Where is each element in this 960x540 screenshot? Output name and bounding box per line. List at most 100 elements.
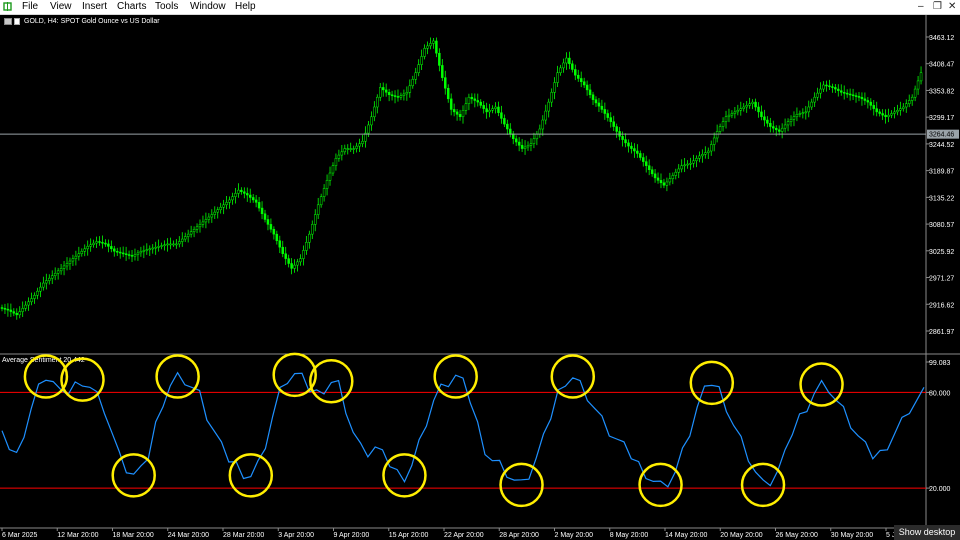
candle-body	[662, 182, 666, 186]
candle-body	[733, 111, 737, 114]
candle-body	[278, 240, 282, 248]
candle-body	[444, 77, 447, 89]
candle-body	[848, 93, 852, 96]
candle-body	[83, 248, 86, 252]
candle-body	[296, 261, 299, 266]
candle-body	[390, 94, 394, 97]
candle-body	[148, 248, 152, 251]
candle-body	[243, 191, 246, 194]
candle-body	[783, 124, 787, 129]
price-tick-label: 3408.47	[929, 62, 954, 69]
candle-body	[302, 250, 305, 259]
highlight-circle	[111, 453, 156, 498]
candle-body	[769, 123, 772, 127]
indicator-tick-label: 99.083	[929, 360, 951, 367]
candle-body	[813, 96, 816, 103]
chart-plot[interactable]: 3463.12 3408.47 3353.82 3299.17 3244.52 3189.…	[0, 15, 960, 540]
candle-body	[494, 106, 497, 109]
menu-file[interactable]: File	[20, 1, 40, 13]
candle-body	[352, 148, 355, 150]
candle-body	[325, 180, 329, 189]
candle-body	[53, 273, 57, 276]
candle-body	[467, 96, 471, 104]
candle-body	[316, 204, 320, 215]
candle-body	[854, 95, 858, 97]
candle-body	[234, 193, 237, 197]
date-tick-label: 30 May 20:00	[831, 532, 874, 539]
close-icon[interactable]: ✕	[948, 0, 956, 13]
candle-body	[319, 196, 323, 206]
candle-body	[639, 153, 642, 158]
candle-body	[237, 189, 240, 194]
candle-body	[689, 162, 692, 165]
candle-body	[186, 233, 190, 237]
candle-body	[842, 92, 846, 94]
candle-body	[225, 202, 228, 206]
price-tick-label: 3463.12	[929, 35, 954, 42]
candle-body	[544, 110, 547, 121]
date-tick-label: 8 May 20:00	[610, 532, 649, 539]
restore-icon[interactable]: ❐	[933, 0, 942, 13]
candle-body	[488, 110, 491, 113]
show-desktop-button[interactable]: Show desktop	[894, 525, 960, 540]
menu-window[interactable]: Window	[188, 1, 228, 13]
price-candles	[0, 37, 923, 320]
candle-body	[154, 246, 157, 249]
highlight-circle	[309, 359, 354, 404]
candle-body	[538, 128, 542, 135]
candle-body	[402, 93, 406, 96]
candle-body	[133, 254, 137, 257]
candle-body	[45, 280, 48, 284]
candle-body	[633, 148, 636, 152]
candle-body	[160, 245, 163, 247]
candle-body	[745, 105, 748, 108]
candle-body	[624, 139, 627, 144]
menu-view[interactable]: View	[48, 1, 74, 13]
candle-body	[609, 117, 613, 122]
candle-body	[485, 108, 488, 113]
candle-body	[621, 136, 624, 140]
candle-body	[902, 106, 905, 109]
chart-window[interactable]: GOLD, H4: SPOT Gold Ounce vs US Dollar A…	[0, 15, 960, 540]
candle-body	[313, 214, 317, 225]
candle-body	[287, 258, 290, 264]
candle-body	[742, 106, 745, 109]
date-tick-label: 9 Apr 20:00	[334, 532, 370, 539]
minimize-icon[interactable]: –	[918, 0, 924, 13]
candle-body	[299, 258, 302, 263]
menu-insert[interactable]: Insert	[80, 1, 109, 13]
menu-charts[interactable]: Charts	[115, 1, 148, 13]
date-tick-label: 26 May 20:00	[776, 532, 819, 539]
candle-body	[603, 109, 607, 114]
candle-body	[476, 100, 480, 103]
candle-body	[376, 96, 379, 108]
candle-body	[151, 247, 154, 250]
candle-body	[213, 211, 217, 215]
candle-body	[62, 265, 66, 269]
candle-body	[579, 78, 583, 82]
candle-body	[893, 111, 896, 114]
candle-body	[438, 52, 441, 66]
candle-body	[92, 242, 95, 245]
date-tick-label: 6 Mar 2025	[2, 532, 38, 539]
candle-body	[219, 207, 222, 210]
candle-body	[644, 161, 648, 166]
price-tick-label: 2861.97	[929, 329, 954, 336]
candle-body	[201, 221, 205, 225]
candle-body	[692, 160, 695, 164]
candle-body	[18, 311, 21, 316]
candle-body	[857, 96, 861, 98]
menu-help[interactable]: Help	[233, 1, 258, 13]
candle-body	[163, 244, 166, 246]
candle-body	[281, 246, 284, 254]
candle-body	[650, 169, 654, 175]
candle-body	[760, 111, 763, 118]
candle-body	[517, 141, 521, 146]
candle-body	[668, 178, 672, 183]
candle-body	[210, 214, 214, 218]
menu-tools[interactable]: Tools	[153, 1, 180, 13]
candle-body	[118, 251, 122, 254]
candle-body	[384, 89, 388, 93]
candle-body	[526, 145, 530, 148]
candle-body	[195, 226, 199, 230]
